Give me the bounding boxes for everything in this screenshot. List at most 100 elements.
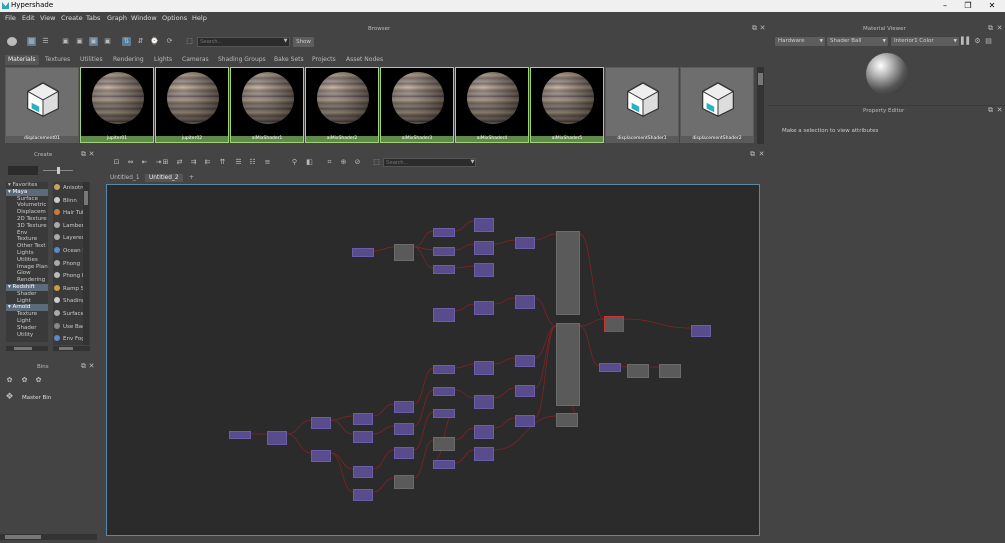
menu-tabs[interactable]: Tabs — [86, 14, 100, 22]
shader-node[interactable] — [352, 248, 374, 257]
shader-node[interactable] — [474, 395, 494, 409]
tree-item[interactable]: Lights — [6, 250, 48, 257]
import-bin-icon[interactable]: ✿ — [20, 376, 29, 385]
pause-icon[interactable]: ▌▌ — [961, 37, 972, 46]
tab-bake-sets[interactable]: Bake Sets — [271, 55, 307, 65]
tab-rendering[interactable]: Rendering — [110, 55, 147, 65]
graph-tool-icon[interactable]: ☷ — [248, 158, 257, 167]
graph-tool-icon[interactable]: ⇤ — [140, 158, 149, 167]
tree-item[interactable]: Texture — [6, 311, 48, 318]
grid-view-icon[interactable]: ▦ — [27, 37, 36, 46]
close-panel-icon[interactable]: ✕ — [758, 24, 767, 33]
shader-node[interactable] — [433, 308, 455, 322]
bins-hscrollbar[interactable] — [0, 534, 97, 540]
options-icon[interactable]: ▤ — [984, 37, 993, 46]
graph-tool-icon[interactable]: ◧ — [305, 158, 314, 167]
float-icon[interactable]: ⧉ — [748, 150, 757, 159]
shader-node[interactable] — [556, 413, 578, 427]
shader-node[interactable] — [353, 466, 373, 478]
material-thumbnail[interactable]: aiMixShader4 — [455, 67, 529, 143]
shape-select[interactable]: Shader Ball ▼ — [827, 37, 888, 46]
renderer-select[interactable]: Hardware ▼ — [775, 37, 825, 46]
shader-node[interactable] — [394, 447, 414, 459]
shader-node[interactable] — [556, 323, 580, 406]
tree-item[interactable]: ▾ Maya — [6, 188, 48, 196]
graph-tool-icon[interactable]: ⬚ — [372, 158, 381, 167]
shader-node[interactable] — [474, 447, 494, 461]
tab-utilities[interactable]: Utilities — [77, 55, 106, 65]
material-thumbnail[interactable]: aiMixShader5 — [530, 67, 604, 143]
shader-node[interactable] — [474, 425, 494, 439]
graph-tool-icon[interactable]: ⊡ — [112, 158, 121, 167]
environment-select[interactable]: Interior1 Color ▼ — [891, 37, 959, 46]
shader-node[interactable] — [394, 244, 414, 261]
shader-node[interactable] — [433, 265, 455, 274]
small-icons-icon[interactable]: ▣ — [61, 37, 70, 46]
graph-tool-icon[interactable]: ⊞ — [161, 158, 170, 167]
tree-item[interactable]: ▾ Redshift — [6, 283, 48, 291]
menu-file[interactable]: File — [5, 14, 16, 22]
menu-view[interactable]: View — [40, 14, 55, 22]
tree-item[interactable]: Light — [6, 298, 48, 305]
graph-tool-icon[interactable]: ⇈ — [218, 158, 227, 167]
sort-name-icon[interactable]: ⇅ — [122, 37, 131, 46]
tree-item[interactable]: Glow — [6, 270, 48, 277]
shader-node[interactable] — [433, 409, 455, 418]
material-list-scrollbar[interactable] — [83, 182, 89, 345]
shader-node[interactable] — [515, 385, 535, 397]
create-filter-input[interactable] — [8, 166, 38, 175]
tab-untitled-1[interactable]: Untitled_1 — [106, 174, 144, 182]
material-thumbnail[interactable]: jupiter02 — [155, 67, 229, 143]
tree-item[interactable]: Displacem — [6, 209, 48, 216]
tree-item[interactable]: Shader — [6, 291, 48, 298]
graph-search-input[interactable] — [383, 158, 476, 167]
tab-cameras[interactable]: Cameras — [179, 55, 212, 65]
browser-search-input[interactable] — [197, 37, 290, 47]
tree-item[interactable]: Volumetric — [6, 202, 48, 209]
close-panel-icon[interactable]: ✕ — [87, 362, 96, 371]
tree-item[interactable]: Env Texture — [6, 230, 48, 244]
shader-node[interactable] — [267, 431, 287, 445]
menu-create[interactable]: Create — [61, 14, 83, 22]
graph-tool-icon[interactable]: ☰ — [234, 158, 243, 167]
graph-tool-icon[interactable]: ⇄ — [175, 158, 184, 167]
shader-node[interactable] — [515, 355, 535, 367]
tab-shading-groups[interactable]: Shading Groups — [215, 55, 269, 65]
shader-node[interactable] — [474, 218, 494, 232]
material-thumbnail[interactable]: displacementShader2 — [680, 67, 754, 143]
shader-node[interactable] — [604, 316, 624, 332]
tree-item[interactable]: Other Text — [6, 243, 48, 250]
tree-item[interactable]: ▾ Favorites — [6, 182, 48, 189]
large-icons-icon[interactable]: ▣ — [89, 37, 98, 46]
shader-node[interactable] — [627, 364, 649, 378]
search-dropdown-icon[interactable]: ▼ — [281, 37, 290, 46]
xlarge-icons-icon[interactable]: ▣ — [103, 37, 112, 46]
tree-item[interactable]: ▾ Arnold — [6, 304, 48, 312]
shader-node[interactable] — [394, 475, 414, 489]
tree-item[interactable]: Shader — [6, 325, 48, 332]
master-bin[interactable]: Master Bin — [22, 395, 51, 401]
list-view-icon[interactable]: ☰ — [41, 37, 50, 46]
shader-node[interactable] — [433, 387, 455, 396]
tree-item[interactable]: Surface — [6, 196, 48, 203]
maximize-button[interactable]: ❐ — [958, 0, 978, 12]
menu-edit[interactable]: Edit — [22, 14, 35, 22]
close-panel-icon[interactable]: ✕ — [87, 150, 96, 159]
sort-time-icon[interactable]: ⌚ — [150, 37, 159, 46]
material-thumbnail[interactable]: displacementShader1 — [605, 67, 679, 143]
shader-node[interactable] — [311, 417, 331, 429]
shader-node[interactable] — [556, 231, 580, 315]
minimize-button[interactable]: – — [935, 0, 955, 12]
node-graph-canvas[interactable] — [106, 184, 760, 536]
tree-item[interactable]: Rendering — [6, 277, 48, 284]
menu-options[interactable]: Options — [162, 14, 187, 22]
graph-tool-icon[interactable]: ⇔ — [126, 158, 135, 167]
material-thumbnail[interactable]: aiMixShader1 — [230, 67, 304, 143]
tree-item[interactable]: 3D Texture — [6, 223, 48, 230]
graph-tool-icon[interactable]: ⌗ — [325, 158, 334, 167]
shader-node[interactable] — [433, 228, 455, 237]
sort-type-icon[interactable]: ⇵ — [136, 37, 145, 46]
tab-lights[interactable]: Lights — [151, 55, 175, 65]
tab-textures[interactable]: Textures — [42, 55, 73, 65]
menu-help[interactable]: Help — [192, 14, 207, 22]
